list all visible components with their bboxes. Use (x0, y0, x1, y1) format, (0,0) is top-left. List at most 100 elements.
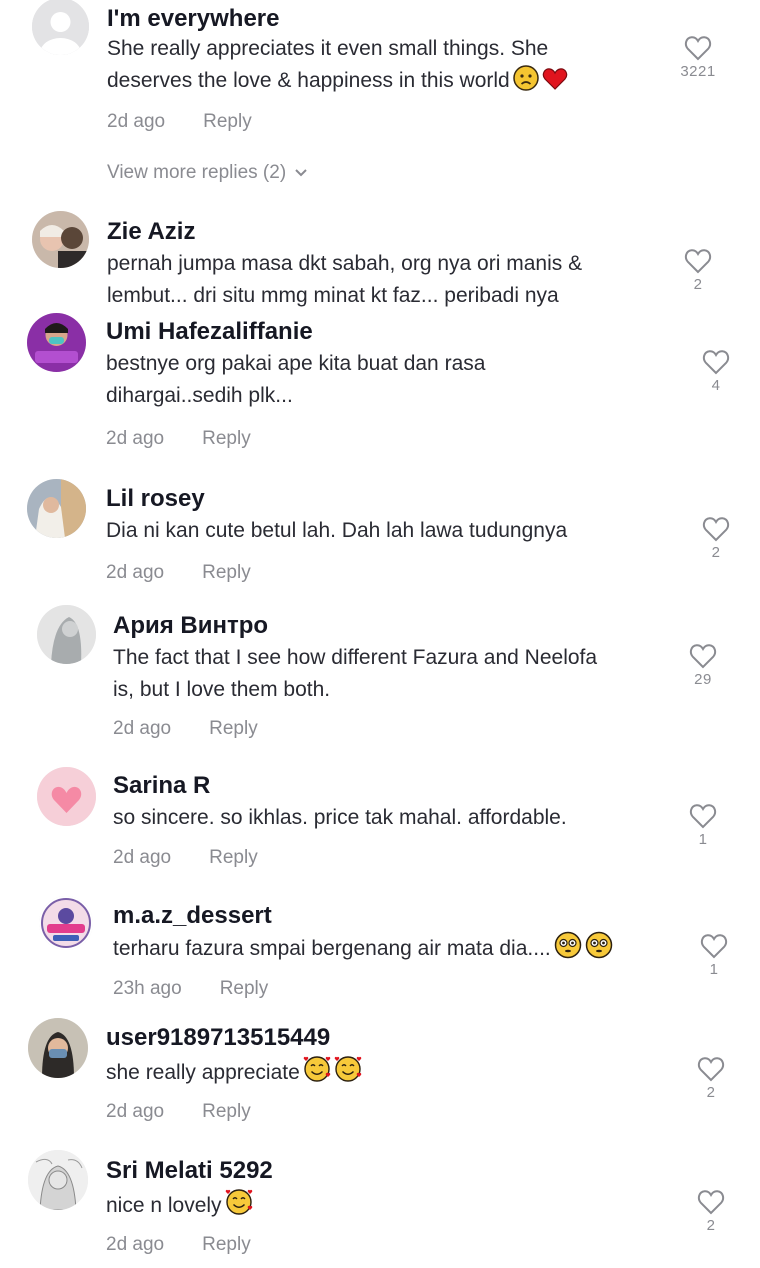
comment-time: 2d ago (106, 562, 165, 583)
like-button[interactable]: 3221 (668, 35, 728, 81)
like-button[interactable]: 29 (673, 643, 733, 689)
like-count: 4 (711, 377, 721, 394)
comment-meta: 2d ago Reply (106, 561, 251, 585)
like-count: 2 (706, 1217, 716, 1234)
smiling-face-with-hearts-icon (334, 1055, 362, 1093)
comment-text-line: deserves the love & happiness in this wo… (107, 65, 568, 101)
avatar[interactable] (32, 211, 89, 268)
chevron-down-icon (295, 169, 307, 177)
comment-username[interactable]: Ария Винтро (113, 612, 268, 640)
comment-meta: 2d ago Reply (106, 1100, 251, 1124)
like-button[interactable]: 2 (668, 248, 728, 294)
comment-username[interactable]: Sri Melati 5292 (106, 1157, 273, 1185)
comment-meta: 2d ago Reply (107, 110, 252, 134)
comment-time: 23h ago (113, 978, 182, 999)
comment-text: Dia ni kan cute betul lah. Dah lah lawa … (106, 515, 567, 547)
comment-meta: 2d ago Reply (106, 427, 251, 451)
comment-text-span: she really appreciate (106, 1061, 300, 1084)
comment-text: pernah jumpa masa dkt sabah, org nya ori… (107, 248, 582, 312)
view-more-replies-button[interactable]: View more replies (2) (107, 161, 308, 185)
comment-time: 2d ago (107, 111, 166, 132)
flushed-face-icon (585, 931, 613, 969)
reply-button[interactable]: Reply (202, 562, 251, 583)
comment-text: She really appreciates it even small thi… (107, 33, 568, 101)
comment-text-line: She really appreciates it even small thi… (107, 37, 549, 60)
comment-text-line: lembut... dri situ mmg minat kt faz... p… (107, 284, 559, 307)
avatar[interactable] (27, 313, 86, 372)
comment-text: so sincere. so ikhlas. price tak mahal. … (113, 802, 567, 834)
comment-username[interactable]: Lil rosey (106, 485, 205, 513)
avatar[interactable] (37, 605, 96, 664)
red-heart-icon (542, 67, 568, 101)
heart-outline-icon (702, 350, 730, 375)
avatar[interactable] (27, 479, 86, 538)
comment-text-line: Dia ni kan cute betul lah. Dah lah lawa … (106, 519, 568, 542)
comment-text-line: dihargai..sedih plk... (106, 384, 293, 407)
reply-button[interactable]: Reply (202, 428, 251, 449)
like-button[interactable]: 2 (681, 1189, 741, 1235)
reply-button[interactable]: Reply (202, 1101, 251, 1122)
comment-meta: 2d ago Reply (113, 717, 258, 741)
like-count: 1 (698, 831, 708, 848)
comment-text-line: she really appreciate (106, 1055, 362, 1093)
comment-text: she really appreciate (106, 1055, 362, 1093)
comment-text-span: nice n lovely (106, 1194, 222, 1217)
heart-outline-icon (700, 934, 728, 959)
comment-text: nice n lovely (106, 1188, 253, 1226)
like-button[interactable]: 4 (686, 349, 746, 395)
reply-button[interactable]: Reply (209, 847, 258, 868)
comment-time: 2d ago (113, 718, 172, 739)
comment-text-line: is, but I love them both. (113, 678, 331, 701)
like-count: 3221 (680, 63, 716, 80)
heart-outline-icon (689, 804, 717, 829)
crying-face-icon (512, 65, 539, 101)
avatar[interactable] (28, 1018, 88, 1078)
comment-text-span: terharu fazura smpai bergenang air mata … (113, 937, 551, 960)
flushed-face-icon (554, 931, 582, 969)
comment-username[interactable]: I'm everywhere (107, 5, 279, 33)
like-count: 2 (706, 1084, 716, 1101)
comment-text-line: terharu fazura smpai bergenang air mata … (113, 931, 613, 969)
like-button[interactable]: 1 (684, 933, 744, 979)
reply-button[interactable]: Reply (203, 111, 252, 132)
reply-button[interactable]: Reply (202, 1234, 251, 1255)
comment-time: 2d ago (106, 1101, 165, 1122)
comment-meta: 23h ago Reply (113, 977, 268, 1001)
view-more-label: View more replies (2) (107, 162, 287, 183)
comment-text-line: bestnye org pakai ape kita buat dan rasa (106, 352, 486, 375)
avatar[interactable] (28, 1150, 88, 1210)
comment-text-line: The fact that I see how different Fazura… (113, 646, 598, 669)
comment-text-line: so sincere. so ikhlas. price tak mahal. … (113, 806, 567, 829)
smiling-face-with-hearts-icon (225, 1188, 253, 1226)
like-button[interactable]: 2 (681, 1056, 741, 1102)
smiling-face-with-hearts-icon (303, 1055, 331, 1093)
comment-username[interactable]: user9189713515449 (106, 1024, 330, 1052)
comment-username[interactable]: Sarina R (113, 772, 210, 800)
comment-text-line: nice n lovely (106, 1188, 253, 1226)
reply-button[interactable]: Reply (220, 978, 269, 999)
comment-username[interactable]: Zie Aziz (107, 218, 195, 246)
heart-outline-icon (702, 517, 730, 542)
comment-meta: 2d ago Reply (106, 1233, 251, 1257)
reply-button[interactable]: Reply (209, 718, 258, 739)
heart-outline-icon (697, 1057, 725, 1082)
heart-outline-icon (689, 644, 717, 669)
comment-text-span: deserves the love & happiness in this wo… (107, 69, 510, 92)
comment-username[interactable]: m.a.z_dessert (113, 902, 272, 930)
comment-text: terharu fazura smpai bergenang air mata … (113, 931, 613, 969)
comment-meta: 2d ago Reply (113, 846, 258, 870)
comment-username[interactable]: Umi Hafezaliffanie (106, 318, 313, 346)
heart-outline-icon (684, 249, 712, 274)
comment-time: 2d ago (106, 428, 165, 449)
like-button[interactable]: 1 (673, 803, 733, 849)
avatar[interactable] (39, 896, 93, 950)
like-count: 2 (693, 276, 703, 293)
comment-time: 2d ago (106, 1234, 165, 1255)
like-count: 1 (709, 961, 719, 978)
comment-text: The fact that I see how different Fazura… (113, 642, 597, 706)
avatar[interactable] (37, 767, 96, 826)
heart-outline-icon (684, 36, 712, 61)
like-button[interactable]: 2 (686, 516, 746, 562)
heart-outline-icon (697, 1190, 725, 1215)
avatar[interactable] (32, 0, 89, 55)
